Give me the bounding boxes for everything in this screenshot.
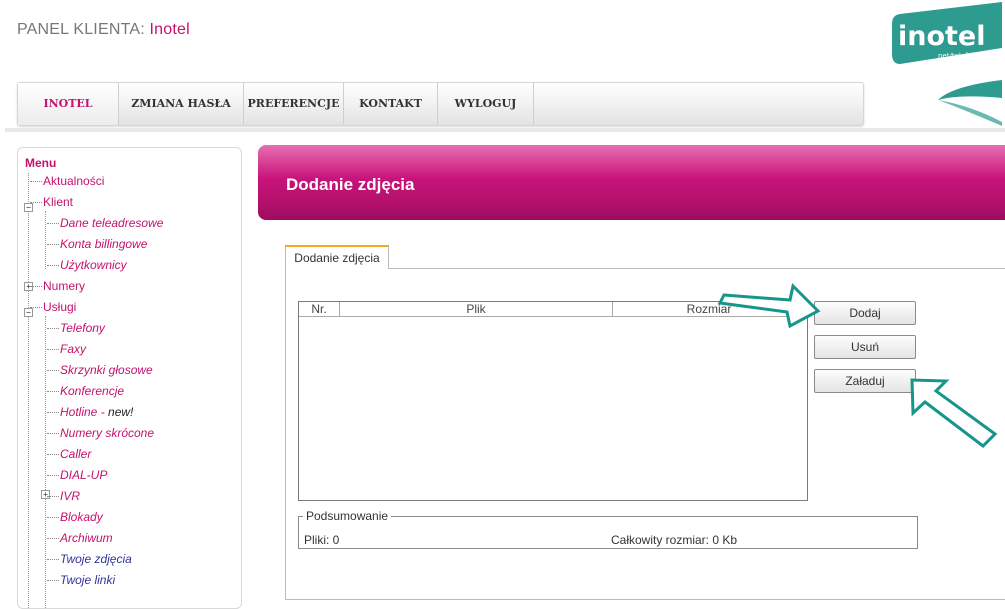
sidebar-item-telefony[interactable]: Telefony (47, 321, 105, 335)
upload-button[interactable]: Załaduj (814, 369, 916, 393)
tree-line (28, 173, 29, 608)
sidebar-item-numery-skrocone[interactable]: Numery skrócone (47, 426, 154, 440)
sidebar-item-blokady[interactable]: Blokady (47, 510, 103, 524)
sidebar-item-uzytkownicy[interactable]: Użytkownicy (47, 258, 127, 272)
new-badge: new! (108, 405, 134, 419)
sidebar-item-klient[interactable]: Klient (30, 195, 73, 209)
tree-line (45, 211, 46, 269)
nav-preferencje[interactable]: PREFERENCJE (244, 83, 343, 125)
page-title: Dodanie zdjęcia (286, 175, 415, 194)
nav-inotel[interactable]: INOTEL (18, 83, 118, 125)
inotel-logo[interactable]: inotel net/telefon/HDTV (890, 2, 1005, 126)
logo-brand-text: inotel (898, 21, 986, 52)
remove-button[interactable]: Usuń (814, 335, 916, 359)
tree-line (45, 316, 46, 608)
sidebar-item-dane-teleadresowe[interactable]: Dane teleadresowe (47, 216, 163, 230)
sidebar-item-twoje-zdjecia[interactable]: Twoje zdjęcia (47, 552, 132, 566)
sidebar-item-hotline[interactable]: Hotline - new! (47, 405, 133, 419)
total-size: Całkowity rozmiar: 0 Kb (611, 533, 738, 547)
menu-title: Menu (25, 156, 57, 170)
page-banner: Dodanie zdjęcia (258, 145, 1005, 220)
column-header-rozmiar[interactable]: Rozmiar (613, 302, 805, 317)
sidebar-item-twoje-linki[interactable]: Twoje linki (47, 573, 115, 587)
files-count: Pliki: 0 (304, 533, 340, 547)
sidebar-item-caller[interactable]: Caller (47, 447, 91, 461)
sidebar-item-ivr[interactable]: IVR (47, 489, 80, 503)
nav-kontakt[interactable]: KONTAKT (344, 83, 437, 125)
sidebar-menu: Menu − + − + Aktualności Klient Dane tel… (17, 147, 242, 609)
sidebar-item-konferencje[interactable]: Konferencje (47, 384, 124, 398)
sidebar-item-aktualnosci[interactable]: Aktualności (30, 174, 104, 188)
sidebar-item-uslugi[interactable]: Usługi (30, 300, 76, 314)
sidebar-item-numery[interactable]: Numery (30, 279, 85, 293)
sidebar-item-faxy[interactable]: Faxy (47, 342, 86, 356)
file-list[interactable]: Nr. Plik Rozmiar (298, 301, 808, 501)
nav-zmiana-hasla[interactable]: ZMIANA HASŁA (119, 83, 243, 125)
panel-title: PANEL KLIENTA: Inotel (17, 21, 190, 39)
column-header-plik[interactable]: Plik (340, 302, 613, 317)
tab-dodanie-zdjecia[interactable]: Dodanie zdjęcia (285, 245, 389, 269)
sidebar-item-dial-up[interactable]: DIAL-UP (47, 468, 107, 482)
sidebar-item-skrzynki-glosowe[interactable]: Skrzynki głosowe (47, 363, 153, 377)
top-navigation: INOTEL ZMIANA HASŁA PREFERENCJE KONTAKT … (17, 82, 864, 126)
nav-separator (533, 83, 534, 125)
nav-wyloguj[interactable]: WYLOGUJ (438, 83, 533, 125)
panel-title-prefix: PANEL KLIENTA: (17, 21, 150, 38)
summary-legend: Podsumowanie (303, 509, 392, 523)
sidebar-item-konta-billingowe[interactable]: Konta billingowe (47, 237, 147, 251)
column-header-nr[interactable]: Nr. (299, 302, 340, 317)
logo-tagline-text: net/telefon/HDTV (938, 52, 999, 60)
panel-title-client: Inotel (149, 21, 190, 38)
add-button[interactable]: Dodaj (814, 301, 916, 325)
sidebar-item-archiwum[interactable]: Archiwum (47, 531, 113, 545)
header-divider (5, 128, 1005, 132)
